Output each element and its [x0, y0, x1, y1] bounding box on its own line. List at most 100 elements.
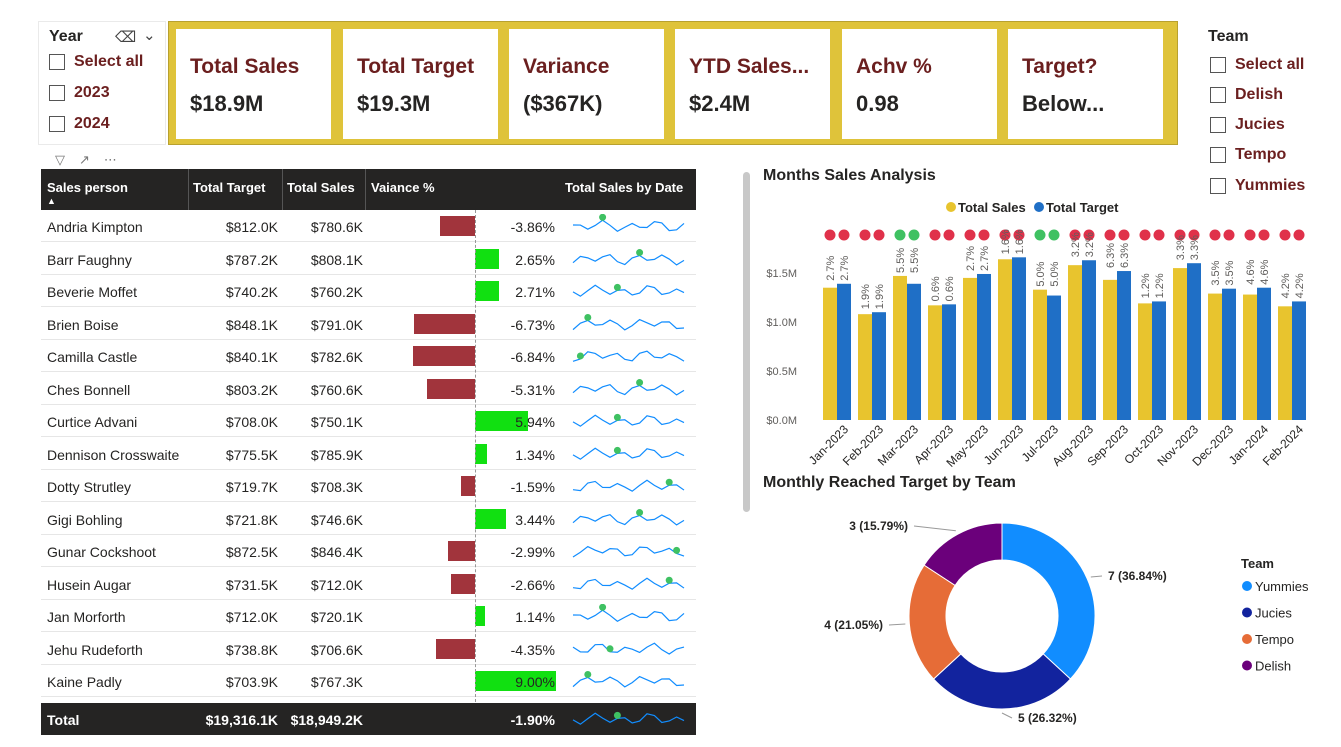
more-options-icon[interactable]: ⋯ — [104, 152, 131, 167]
sparkline-path — [572, 350, 685, 362]
sales-person-cell: Jan Morforth — [47, 609, 126, 625]
status-dot — [1258, 229, 1270, 241]
checkbox[interactable] — [49, 54, 65, 70]
sparkline-max-dot — [606, 644, 614, 652]
col-header-sales-by-date[interactable]: Total Sales by Date — [565, 180, 683, 195]
team-option-jucies[interactable]: Jucies — [1210, 116, 1285, 134]
checkbox[interactable] — [49, 116, 65, 132]
bar-total-target[interactable] — [1292, 301, 1306, 420]
bar-total-sales[interactable] — [928, 305, 942, 420]
column-divider — [365, 169, 366, 210]
bar-total-sales[interactable] — [1278, 306, 1292, 420]
kpi-card-variance[interactable]: Variance ($367K) — [509, 29, 664, 139]
year-option-2024[interactable]: 2024 — [49, 115, 110, 133]
sort-ascending-icon[interactable]: ▲ — [47, 196, 56, 206]
bar-total-target[interactable] — [977, 273, 991, 420]
table-row[interactable]: Ches Bonnell $803.2K $760.6K -5.31% — [41, 373, 696, 405]
table-row[interactable]: Curtice Advani $708.0K $750.1K 5.94% — [41, 405, 696, 437]
bar-total-sales[interactable] — [1208, 293, 1222, 420]
checkbox[interactable] — [1210, 87, 1226, 103]
col-header-total-target[interactable]: Total Target — [193, 180, 265, 195]
bar-total-sales[interactable] — [1103, 279, 1117, 420]
bar-total-sales[interactable] — [1138, 303, 1152, 420]
eraser-icon[interactable]: ⌫ — [115, 28, 136, 46]
col-header-sales-person[interactable]: Sales person — [47, 180, 128, 195]
donut-slice-yummies[interactable] — [1001, 522, 1096, 680]
legend-label[interactable]: Delish — [1255, 659, 1291, 674]
table-row[interactable]: Husein Augar $731.5K $712.0K -2.66% — [41, 568, 696, 600]
kpi-card-achievement[interactable]: Achv % 0.98 — [842, 29, 997, 139]
filter-icon[interactable]: ▽ — [55, 152, 79, 167]
bar-total-sales[interactable] — [893, 275, 907, 420]
status-dot — [929, 229, 941, 241]
option-label: Select all — [74, 53, 144, 70]
data-label: 2.7% — [979, 246, 991, 271]
checkbox[interactable] — [1210, 147, 1226, 163]
focus-mode-icon[interactable]: ↗ — [79, 152, 104, 167]
table-row[interactable]: Andria Kimpton $812.0K $780.6K -3.86% — [41, 210, 696, 242]
status-dot — [1244, 229, 1256, 241]
bar-total-target[interactable] — [1257, 287, 1271, 420]
status-dot — [824, 229, 836, 241]
bar-total-sales[interactable] — [858, 314, 872, 420]
kpi-card-target-status[interactable]: Target? Below... — [1008, 29, 1163, 139]
bar-total-sales[interactable] — [823, 287, 837, 420]
checkbox[interactable] — [49, 85, 65, 101]
table-row[interactable]: Barr Faughny $787.2K $808.1K 2.65% — [41, 243, 696, 275]
legend-label[interactable]: Yummies — [1255, 579, 1309, 594]
year-option-select-all[interactable]: Select all — [49, 53, 143, 71]
bar-total-target[interactable] — [907, 283, 921, 420]
table-row[interactable]: Dotty Strutley $719.7K $708.3K -1.59% — [41, 470, 696, 502]
table-row[interactable]: Camilla Castle $840.1K $782.6K -6.84% — [41, 340, 696, 372]
table-row[interactable]: Jehu Rudeforth $738.8K $706.6K -4.35% — [41, 633, 696, 665]
bar-total-sales[interactable] — [1068, 265, 1082, 420]
chevron-down-icon[interactable]: ⌄ — [143, 26, 156, 44]
data-label: 4.6% — [1259, 259, 1271, 284]
legend-label[interactable]: Jucies — [1255, 606, 1292, 621]
sparkline-max-dot — [636, 248, 644, 256]
bar-total-target[interactable] — [1047, 295, 1061, 420]
bar-total-target[interactable] — [837, 283, 851, 420]
kpi-card-total-target[interactable]: Total Target $19.3M — [343, 29, 498, 139]
legend-label[interactable]: Total Target — [1046, 200, 1119, 215]
team-option-select-all[interactable]: Select all — [1210, 56, 1304, 74]
bar-total-target[interactable] — [942, 304, 956, 420]
status-dot — [1153, 229, 1165, 241]
status-dot — [1279, 229, 1291, 241]
bar-total-target[interactable] — [1187, 263, 1201, 420]
bar-total-target[interactable] — [1152, 301, 1166, 420]
bar-total-sales[interactable] — [1243, 294, 1257, 420]
total-sales-value: $18,949.2K — [290, 712, 363, 728]
table-row[interactable]: Dennison Crosswaite $775.5K $785.9K 1.34% — [41, 438, 696, 470]
bar-total-target[interactable] — [872, 312, 886, 420]
col-header-variance[interactable]: Vaiance % — [371, 180, 435, 195]
table-row[interactable]: Gigi Bohling $721.8K $746.6K 3.44% — [41, 503, 696, 535]
bar-total-sales[interactable] — [998, 259, 1012, 420]
table-row[interactable]: Kaine Padly $703.9K $767.3K 9.00% — [41, 665, 696, 697]
total-sales-cell: $706.6K — [310, 641, 363, 658]
checkbox[interactable] — [1210, 57, 1226, 73]
table-row[interactable]: Jan Morforth $712.0K $720.1K 1.14% — [41, 600, 696, 632]
table-row[interactable]: Brien Boise $848.1K $791.0K -6.73% — [41, 308, 696, 340]
col-header-total-sales[interactable]: Total Sales — [287, 180, 355, 195]
bar-total-target[interactable] — [1117, 271, 1131, 420]
donut-slice-jucies[interactable] — [932, 653, 1072, 710]
table-row[interactable]: Beverie Moffet $740.2K $760.2K 2.71% — [41, 275, 696, 307]
bar-total-target[interactable] — [1082, 260, 1096, 420]
bar-total-sales[interactable] — [1173, 268, 1187, 420]
kpi-card-total-sales[interactable]: Total Sales $18.9M — [176, 29, 331, 139]
legend-label[interactable]: Tempo — [1255, 632, 1294, 647]
bar-total-target[interactable] — [1012, 257, 1026, 420]
legend-label[interactable]: Total Sales — [958, 200, 1026, 215]
year-option-2023[interactable]: 2023 — [49, 84, 110, 102]
bar-total-target[interactable] — [1222, 288, 1236, 420]
status-dot — [978, 229, 990, 241]
table-row[interactable]: Gunar Cockshoot $872.5K $846.4K -2.99% — [41, 535, 696, 567]
bar-total-sales[interactable] — [1033, 289, 1047, 420]
bar-total-sales[interactable] — [963, 277, 977, 420]
team-option-delish[interactable]: Delish — [1210, 86, 1283, 104]
checkbox[interactable] — [1210, 117, 1226, 133]
team-option-tempo[interactable]: Tempo — [1210, 146, 1286, 164]
kpi-card-ytd-sales[interactable]: YTD Sales... $2.4M — [675, 29, 830, 139]
vertical-scrollbar[interactable] — [743, 172, 750, 512]
